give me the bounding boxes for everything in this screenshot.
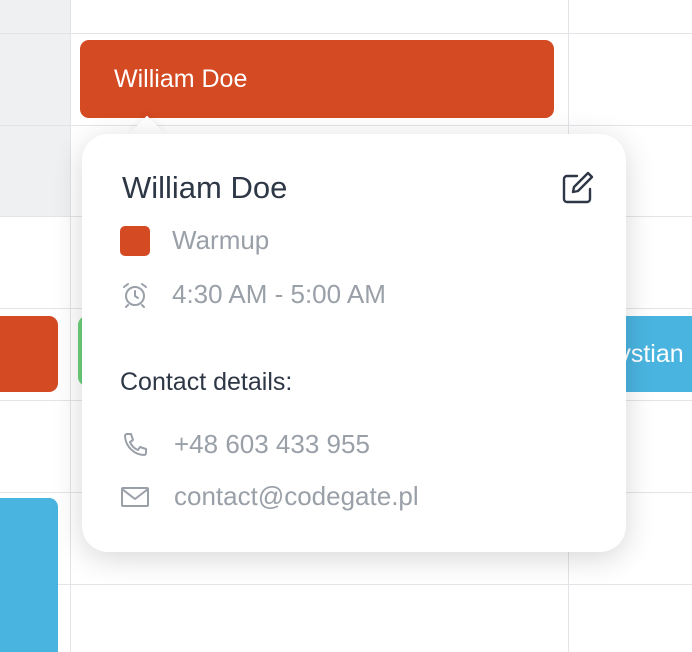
calendar-event[interactable] <box>0 498 58 652</box>
popup-title: William Doe <box>122 170 288 205</box>
phone-icon <box>120 430 150 460</box>
edit-icon <box>562 171 594 204</box>
mail-icon <box>120 482 150 512</box>
event-details-popup: William Doe Warmup 4:30 AM - 5:00 AM Con… <box>82 134 626 552</box>
category-row: Warmup <box>120 225 269 256</box>
grid-row-divider <box>0 125 692 126</box>
selected-calendar-event[interactable]: William Doe <box>80 40 554 118</box>
grid-column-divider <box>70 0 71 652</box>
category-label: Warmup <box>172 225 270 255</box>
alarm-clock-icon <box>120 280 150 310</box>
calendar-event[interactable] <box>0 316 58 392</box>
email-row: contact@codegate.pl <box>120 481 419 512</box>
grid-row-divider <box>0 584 692 585</box>
time-row: 4:30 AM - 5:00 AM <box>120 279 386 310</box>
event-time: 4:30 AM - 5:00 AM <box>172 279 386 309</box>
edit-button[interactable] <box>560 170 596 206</box>
email-address[interactable]: contact@codegate.pl <box>174 481 419 512</box>
contact-details-heading: Contact details: <box>120 368 293 396</box>
category-color-swatch <box>120 225 150 256</box>
grid-row-divider <box>0 33 692 34</box>
phone-row: +48 603 433 955 <box>120 429 370 460</box>
phone-number[interactable]: +48 603 433 955 <box>174 429 370 460</box>
